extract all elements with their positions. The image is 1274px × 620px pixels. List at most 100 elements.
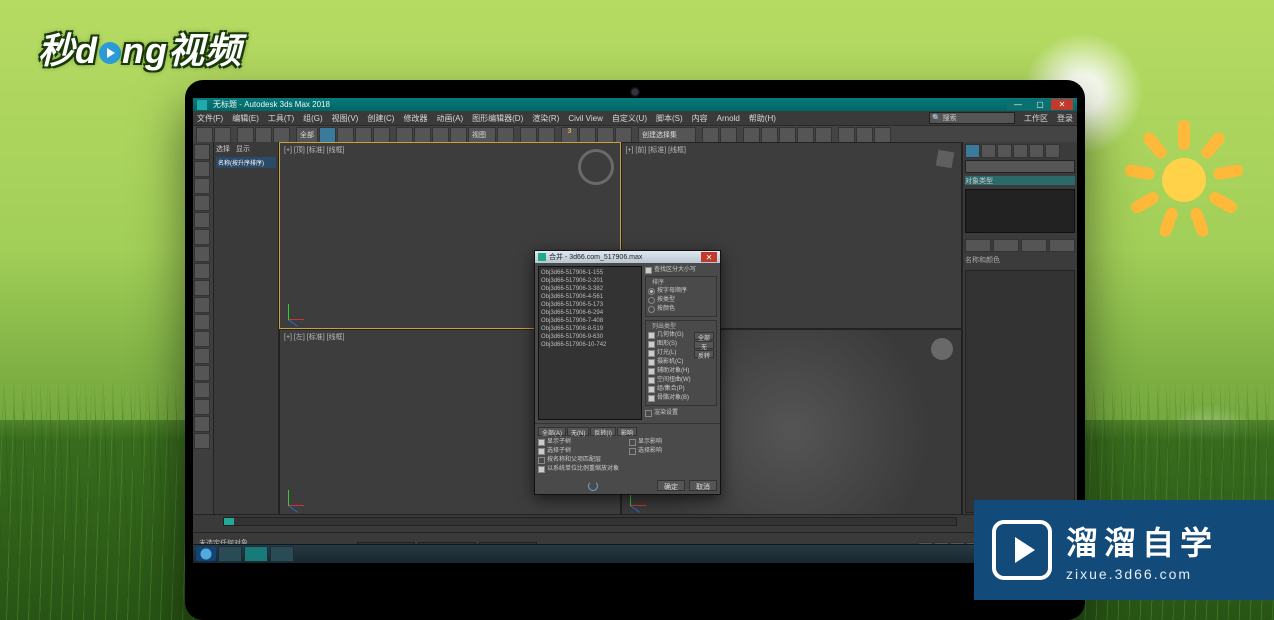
viewcube-icon[interactable]	[578, 149, 614, 185]
menu-item[interactable]: 修改器	[403, 113, 427, 124]
left-tool-button[interactable]	[194, 178, 210, 194]
sort-color-radio[interactable]: 按颜色	[648, 305, 714, 314]
footer-button[interactable]: 反转(I)	[590, 427, 616, 436]
menu-item[interactable]: 创建(C)	[367, 113, 394, 124]
menu-item[interactable]: Civil View	[568, 114, 603, 123]
menu-item[interactable]: 图形编辑器(D)	[472, 113, 523, 124]
left-tool-button[interactable]	[194, 195, 210, 211]
merge-list-item[interactable]: Obj3d66-517906-5-173	[541, 301, 639, 309]
dialog-titlebar[interactable]: 合并 - 3d66.com_517906.max ✕	[535, 251, 720, 263]
viewcube-icon[interactable]	[936, 150, 955, 169]
select-region-button[interactable]	[355, 127, 372, 143]
footer-checkbox[interactable]: 选择子树	[538, 447, 619, 456]
footer-checkbox[interactable]: 显示子树	[538, 438, 619, 447]
left-tool-button[interactable]	[194, 433, 210, 449]
timeline[interactable]	[193, 514, 1077, 533]
merge-list-item[interactable]: Obj3d66-517906-4-561	[541, 293, 639, 301]
named-selection-dropdown[interactable]: 创建选择集	[638, 127, 696, 143]
type-checkbox[interactable]: 组/集合(P)	[648, 385, 685, 394]
type-side-button[interactable]: 全部	[694, 332, 714, 340]
category-dropdown[interactable]	[965, 160, 1075, 173]
window-crossing-button[interactable]	[373, 127, 390, 143]
windows-taskbar[interactable]: 15:32	[193, 544, 1077, 563]
footer-checkbox[interactable]: 按名称和父项匹配层	[538, 456, 619, 465]
taskbar-app-explorer[interactable]	[218, 546, 242, 562]
type-checkbox[interactable]: 空间扭曲(W)	[648, 376, 691, 385]
maximize-button[interactable]: ▢	[1029, 99, 1051, 110]
type-checkbox[interactable]: 骨骼对象(B)	[648, 394, 689, 403]
manipulate-button[interactable]	[520, 127, 537, 143]
command-panel[interactable]: 对象类型 名称和颜色	[962, 142, 1077, 515]
keyboard-shortcut-button[interactable]	[538, 127, 555, 143]
taskbar-app-3dsmax[interactable]	[244, 546, 268, 562]
select-object-button[interactable]	[319, 127, 336, 143]
left-tool-button[interactable]	[194, 212, 210, 228]
move-button[interactable]	[396, 127, 413, 143]
merge-list-item[interactable]: Obj3d66-517906-1-155	[541, 269, 639, 277]
spinner-snap-button[interactable]	[615, 127, 632, 143]
type-side-button[interactable]: 无	[694, 341, 714, 349]
ribbon-button[interactable]	[761, 127, 778, 143]
menu-item[interactable]: 自定义(U)	[612, 113, 647, 124]
unlink-button[interactable]	[255, 127, 272, 143]
cancel-button[interactable]: 取消	[689, 480, 717, 491]
snap-2d-button[interactable]: 3	[561, 127, 578, 143]
merge-list-item[interactable]: Obj3d66-517906-10-742	[541, 341, 639, 349]
scene-tab-select[interactable]: 选择	[216, 144, 230, 154]
footer-button[interactable]: 全部(A)	[538, 427, 566, 436]
link-button[interactable]	[237, 127, 254, 143]
menubar[interactable]: 文件(F)编辑(E)工具(T)组(G)视图(V)创建(C)修改器动画(A)图形编…	[193, 111, 1077, 126]
left-tool-button[interactable]	[194, 348, 210, 364]
left-tool-button[interactable]	[194, 161, 210, 177]
subcat-button[interactable]	[1021, 239, 1047, 252]
merge-dialog[interactable]: 合并 - 3d66.com_517906.max ✕ Obj3d66-51790…	[534, 250, 721, 495]
viewport-label[interactable]: [+] [前] [标准] [线框]	[626, 145, 686, 155]
type-side-button[interactable]: 反转	[694, 350, 714, 358]
minimize-button[interactable]: —	[1007, 99, 1029, 110]
menu-item[interactable]: 文件(F)	[197, 113, 223, 124]
layer-button[interactable]	[743, 127, 760, 143]
material-editor-button[interactable]	[815, 127, 832, 143]
sort-type-radio[interactable]: 按类型	[648, 296, 714, 305]
left-tool-button[interactable]	[194, 399, 210, 415]
sort-alpha-radio[interactable]: 按字母顺序	[648, 287, 714, 296]
subcat-button[interactable]	[993, 239, 1019, 252]
align-button[interactable]	[720, 127, 737, 143]
help-search-input[interactable]: 🔍 搜索	[929, 112, 1015, 124]
rotate-button[interactable]	[414, 127, 431, 143]
angle-snap-button[interactable]	[579, 127, 596, 143]
left-tool-button[interactable]	[194, 246, 210, 262]
schematic-view-button[interactable]	[797, 127, 814, 143]
merge-list-item[interactable]: Obj3d66-517906-7-408	[541, 317, 639, 325]
render-production-button[interactable]	[874, 127, 891, 143]
left-tool-button[interactable]	[194, 280, 210, 296]
login-menu[interactable]: 登录	[1057, 113, 1073, 124]
modify-tab[interactable]	[981, 144, 996, 158]
type-checkbox[interactable]: 灯光(L)	[648, 349, 676, 358]
left-tool-button[interactable]	[194, 331, 210, 347]
titlebar[interactable]: 无标题 - Autodesk 3ds Max 2018 — ▢ ✕	[193, 98, 1077, 111]
utilities-tab[interactable]	[1045, 144, 1060, 158]
time-slider[interactable]	[223, 517, 957, 526]
menu-item[interactable]: Arnold	[717, 114, 740, 123]
subcat-button[interactable]	[1049, 239, 1075, 252]
display-tab[interactable]	[1029, 144, 1044, 158]
workspace-menu[interactable]: 工作区	[1024, 113, 1048, 124]
merge-list-item[interactable]: Obj3d66-517906-3-382	[541, 285, 639, 293]
close-button[interactable]: ✕	[1051, 99, 1073, 110]
left-tool-button[interactable]	[194, 314, 210, 330]
scene-tab-display[interactable]: 显示	[236, 144, 250, 154]
taskbar-app-other[interactable]	[270, 546, 294, 562]
left-tool-button[interactable]	[194, 297, 210, 313]
start-button[interactable]	[196, 547, 216, 561]
redo-button[interactable]	[214, 127, 231, 143]
rollout-header[interactable]: 对象类型	[965, 176, 1075, 185]
viewport-label[interactable]: [+] [顶] [标准] [线框]	[284, 145, 344, 155]
mirror-button[interactable]	[702, 127, 719, 143]
bind-spacewarp-button[interactable]	[273, 127, 290, 143]
dialog-close-button[interactable]: ✕	[701, 252, 717, 262]
footer-checkbox[interactable]: 显示影响	[629, 438, 662, 447]
viewport-label[interactable]: [+] [左] [标准] [线框]	[284, 332, 344, 342]
type-checkbox[interactable]: 摄影机(C)	[648, 358, 683, 367]
merge-list-item[interactable]: Obj3d66-517906-2-201	[541, 277, 639, 285]
